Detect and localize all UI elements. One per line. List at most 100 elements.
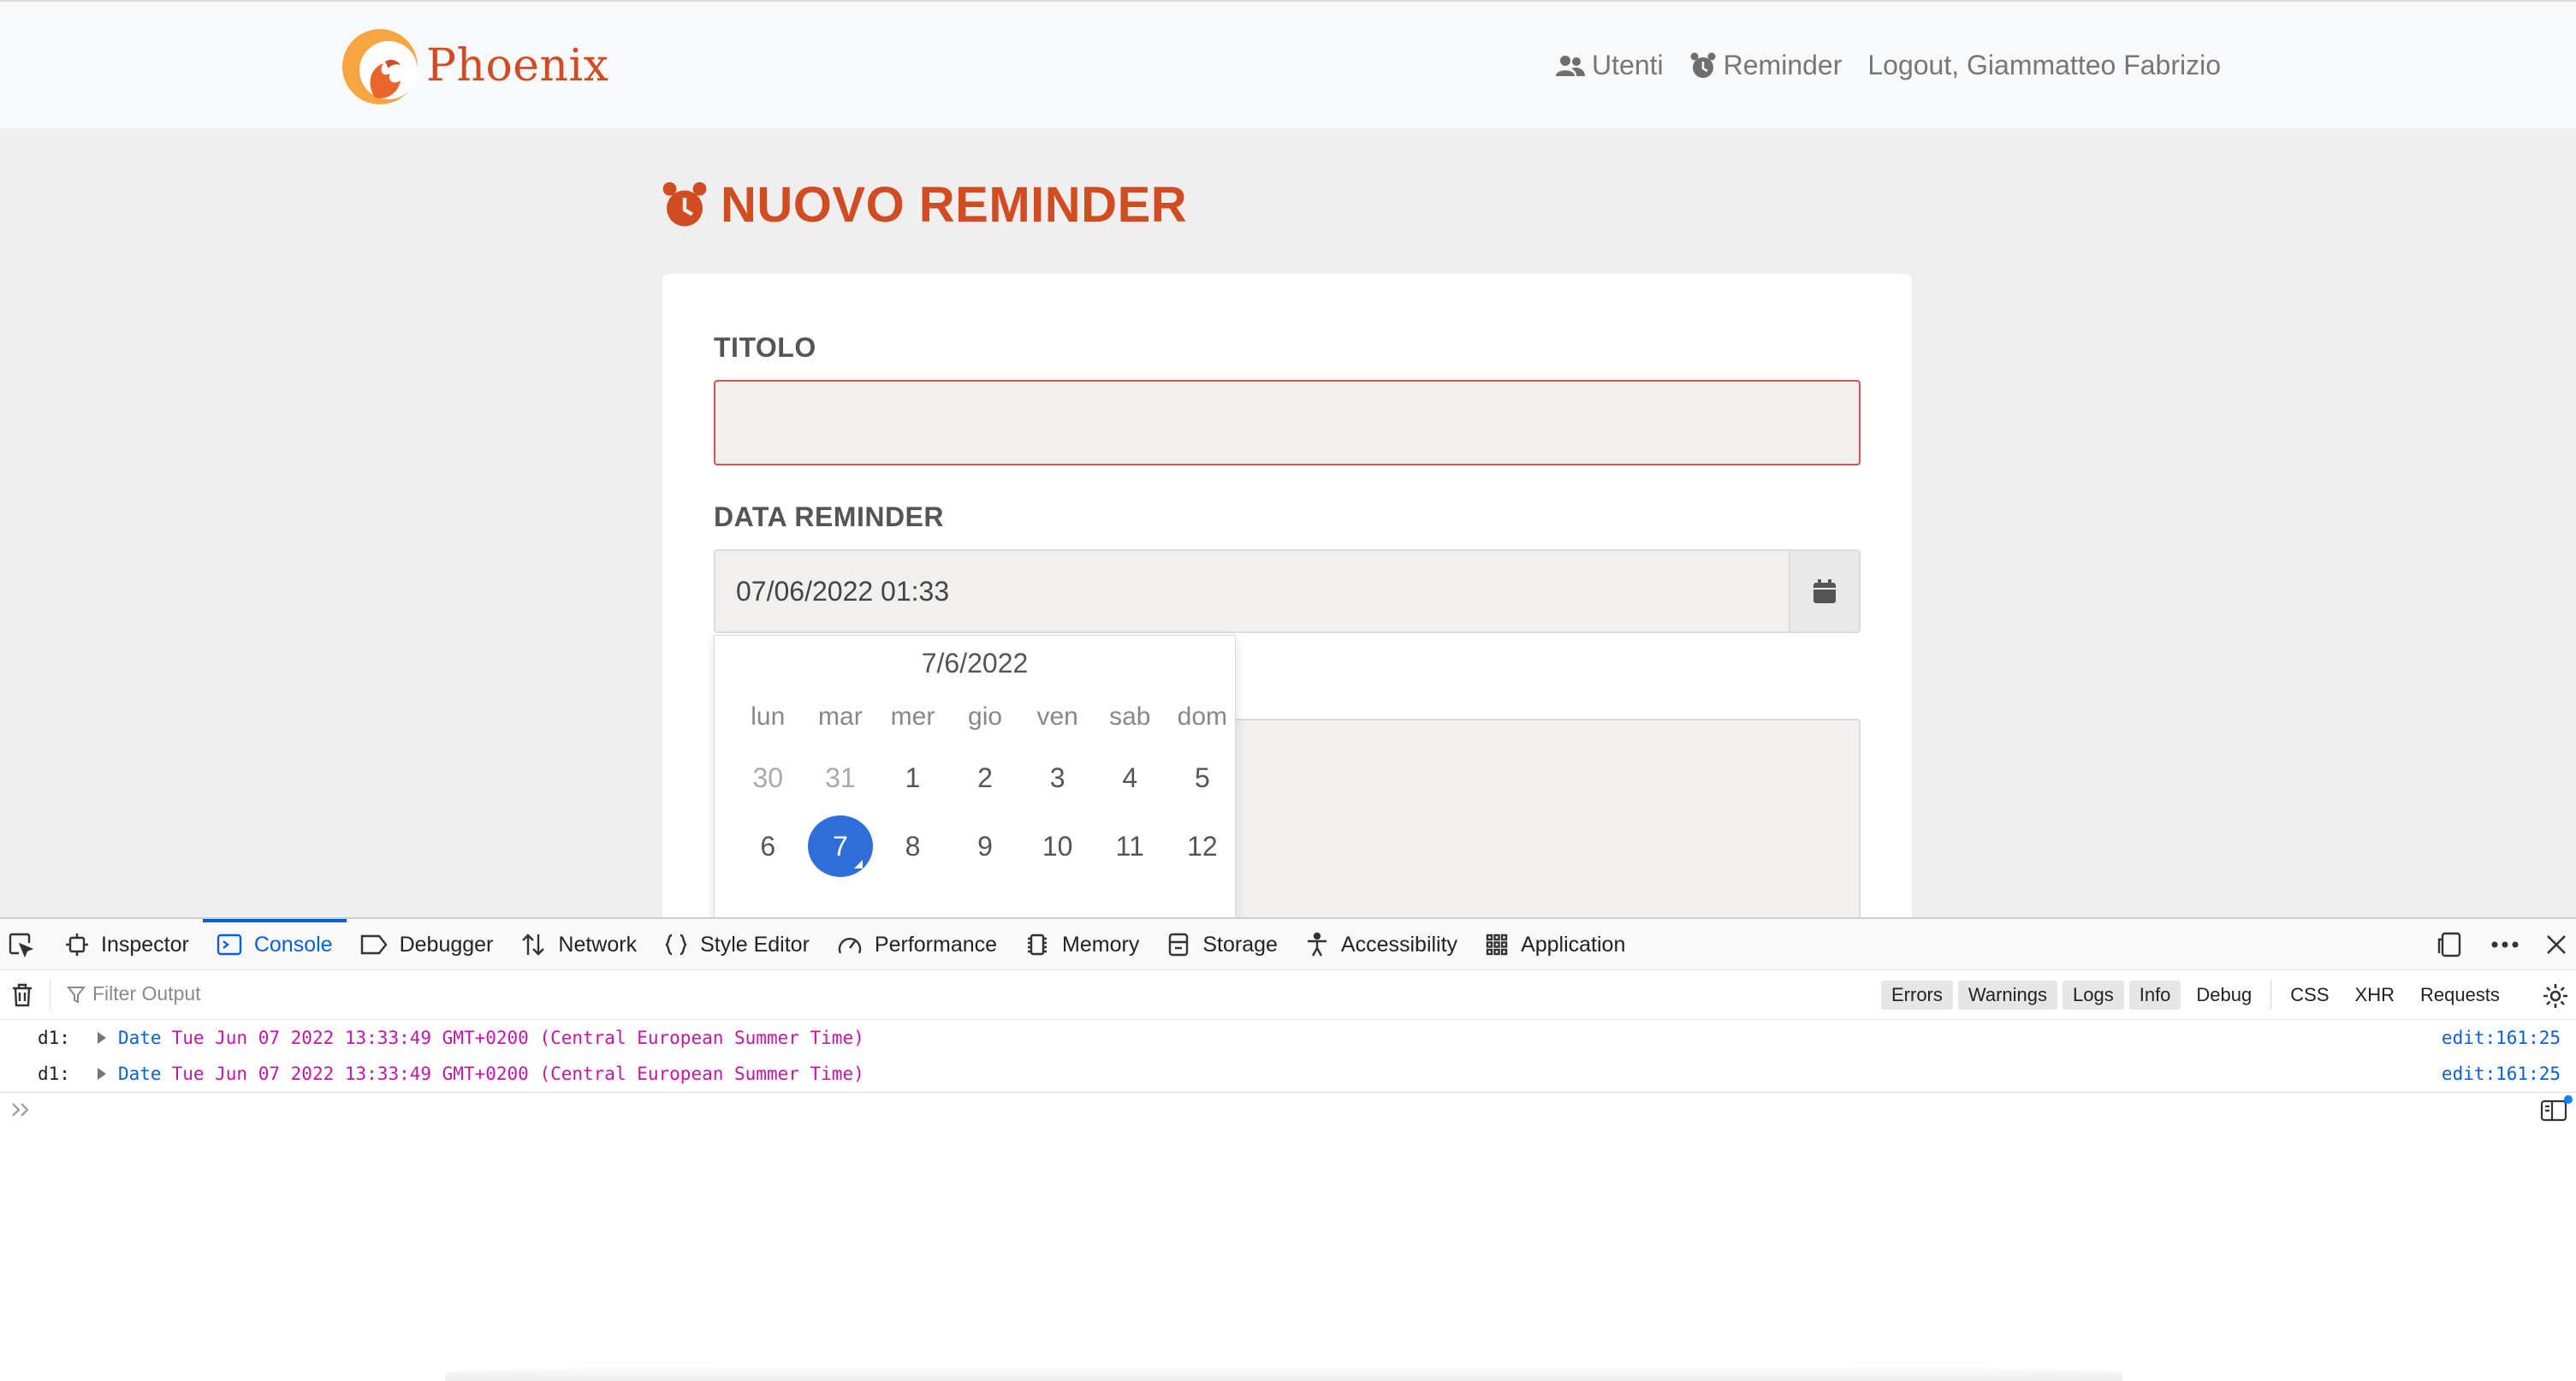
- calendar-day[interactable]: 30: [732, 744, 804, 812]
- calendar-day[interactable]: 10: [1021, 812, 1094, 880]
- filter-warnings[interactable]: Warnings: [1957, 981, 2057, 1010]
- datepicker-month-label[interactable]: 7/6/2022: [715, 648, 1235, 679]
- accessibility-icon: [1307, 932, 1327, 957]
- date-input-group: [714, 549, 1861, 633]
- calendar-day[interactable]: 8: [876, 812, 949, 880]
- tab-storage[interactable]: Storage: [1153, 919, 1291, 970]
- element-picker-icon[interactable]: [7, 931, 34, 963]
- debugger-icon: [360, 934, 388, 955]
- inspector-icon: [66, 934, 88, 956]
- console-message: d1: Date Tue Jun 07 2022 13:33:49 GMT+02…: [0, 1020, 2576, 1056]
- tab-inspector[interactable]: Inspector: [51, 919, 203, 970]
- calendar-day[interactable]: 12: [1166, 812, 1239, 880]
- dock-toggle-icon[interactable]: [2437, 931, 2465, 958]
- data-reminder-input[interactable]: [714, 549, 1789, 633]
- calendar-icon: [1813, 579, 1836, 603]
- tab-debugger[interactable]: Debugger: [347, 919, 507, 970]
- weekday-label: mar: [818, 702, 863, 731]
- storage-icon: [1169, 933, 1189, 957]
- app-viewport: Phoenix Utenti Reminder Logout, Giammatt…: [0, 0, 2576, 917]
- log-label: d1:: [38, 1028, 70, 1048]
- filter-icon: [67, 986, 86, 1004]
- nav-reminder[interactable]: Reminder: [1689, 50, 1843, 81]
- trash-icon[interactable]: [10, 982, 34, 1012]
- log-value: Tue Jun 07 2022 13:33:49 GMT+0200 (Centr…: [171, 1028, 864, 1048]
- weekday-label: dom: [1177, 702, 1228, 731]
- calendar-day[interactable]: 2: [949, 744, 1022, 812]
- log-object-type[interactable]: Date: [118, 1064, 162, 1084]
- more-options-icon[interactable]: [2490, 940, 2520, 949]
- tab-application[interactable]: Application: [1471, 919, 1639, 970]
- calendar-day-selected[interactable]: 7: [804, 812, 877, 880]
- filter-xhr[interactable]: XHR: [2345, 981, 2405, 1010]
- tab-label: Performance: [874, 932, 998, 957]
- memory-chip-icon: [1028, 934, 1048, 956]
- calendar-day[interactable]: 9: [949, 812, 1022, 880]
- gauge-icon: [838, 938, 862, 954]
- console-filter-bar: Errors Warnings Logs Info Debug CSS XHR …: [0, 970, 2576, 1020]
- console-icon: [217, 934, 242, 956]
- log-source-link[interactable]: edit:161:25: [2442, 1028, 2561, 1048]
- weekday-label: sab: [1109, 702, 1151, 731]
- calendar-day[interactable]: 31: [804, 744, 877, 812]
- tab-label: Storage: [1202, 932, 1278, 957]
- nav-reminder-label: Reminder: [1723, 50, 1843, 80]
- filter-css[interactable]: CSS: [2280, 981, 2339, 1010]
- tab-style-editor[interactable]: Style Editor: [650, 919, 823, 970]
- filter-info[interactable]: Info: [2128, 981, 2181, 1010]
- datepicker-popup: 7/6/2022 lun mar mer gio ven sab dom 30 …: [714, 635, 1236, 917]
- tab-memory[interactable]: Memory: [1011, 919, 1153, 970]
- filter-output: [67, 982, 520, 1005]
- expand-triangle-icon[interactable]: [98, 1068, 106, 1080]
- tab-label: Inspector: [101, 932, 189, 957]
- tab-label: Memory: [1062, 932, 1140, 957]
- phoenix-logo-icon: [342, 29, 418, 104]
- calendar-day[interactable]: 6: [732, 812, 804, 880]
- divider: [0, 1092, 2576, 1093]
- console-prompt-icon[interactable]: [10, 1100, 33, 1123]
- nav-links: Utenti Reminder Logout, Giammatteo Fabri…: [1556, 50, 2221, 81]
- calendar-day[interactable]: 4: [1094, 744, 1166, 812]
- page-title: NUOVO REMINDER: [721, 177, 1188, 233]
- page-heading: NUOVO REMINDER: [661, 176, 1187, 234]
- nav-utenti-label: Utenti: [1592, 50, 1664, 80]
- tab-accessibility[interactable]: Accessibility: [1291, 919, 1471, 970]
- tab-network[interactable]: Network: [507, 919, 650, 970]
- nav-logout[interactable]: Logout, Giammatteo Fabrizio: [1867, 50, 2221, 81]
- filter-logs[interactable]: Logs: [2063, 981, 2124, 1010]
- tab-label: Console: [253, 932, 333, 957]
- gear-icon[interactable]: [2542, 982, 2569, 1014]
- tab-label: Accessibility: [1340, 932, 1458, 957]
- nav-utenti[interactable]: Utenti: [1556, 50, 1664, 81]
- weekday-label: lun: [751, 702, 786, 731]
- tab-console[interactable]: Console: [202, 919, 347, 970]
- filter-output-input[interactable]: [92, 982, 520, 1005]
- selected-day-label: 7: [807, 815, 873, 877]
- network-icon: [522, 934, 545, 956]
- close-icon[interactable]: [2545, 934, 2567, 956]
- tab-performance[interactable]: Performance: [823, 919, 1011, 970]
- brand[interactable]: Phoenix: [341, 24, 609, 108]
- filter-errors[interactable]: Errors: [1881, 981, 1953, 1010]
- titolo-input[interactable]: [714, 380, 1861, 465]
- log-source-link[interactable]: edit:161:25: [2442, 1064, 2561, 1084]
- brand-name: Phoenix: [426, 40, 609, 92]
- filter-debug[interactable]: Debug: [2186, 981, 2262, 1010]
- calendar-day[interactable]: 3: [1021, 744, 1094, 812]
- weekday-label: gio: [968, 702, 1003, 731]
- calendar-day[interactable]: 1: [876, 744, 949, 812]
- weekday-label: mer: [890, 702, 935, 731]
- filter-requests[interactable]: Requests: [2410, 981, 2510, 1010]
- log-value: Tue Jun 07 2022 13:33:49 GMT+0200 (Centr…: [171, 1064, 864, 1084]
- log-object-type[interactable]: Date: [118, 1028, 162, 1048]
- devtools-tabs: Inspector Console Debugger Network Style…: [51, 919, 1639, 970]
- expand-triangle-icon[interactable]: [98, 1032, 106, 1044]
- log-level-filters: Errors Warnings Logs Info Debug CSS XHR …: [1881, 981, 2510, 1010]
- calendar-day[interactable]: 5: [1166, 744, 1239, 812]
- split-console-icon[interactable]: [2540, 1099, 2567, 1127]
- tab-label: Style Editor: [700, 932, 810, 957]
- calendar-button[interactable]: [1789, 549, 1861, 633]
- devtools-window-controls: [2437, 919, 2567, 970]
- calendar-day[interactable]: 11: [1094, 812, 1166, 880]
- app-grid-icon: [1486, 934, 1508, 956]
